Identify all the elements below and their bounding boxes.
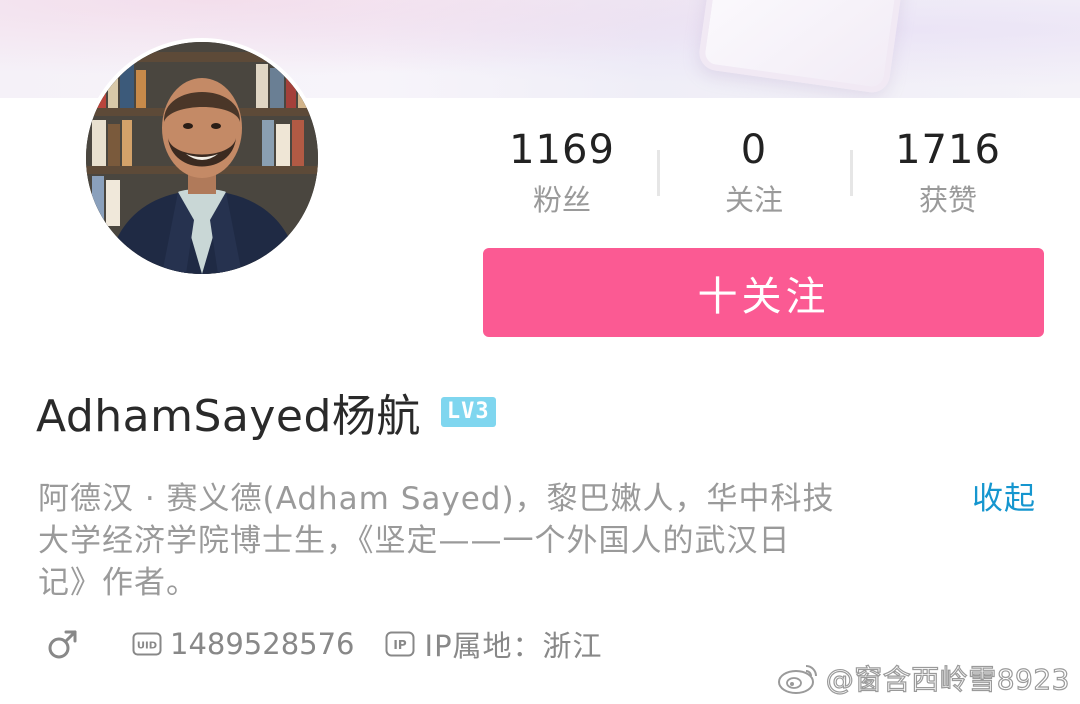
ip-location: IP属地：浙江 [424,629,603,663]
male-icon [48,630,77,659]
watermark-text: @窗含西岭雪8923 [825,662,1070,696]
bio: 阿德汉 · 赛义德(Adham Sayed)，黎巴嫩人，华中科技 大学经济学院博… [38,478,938,604]
watermark: @窗含西岭雪8923 [776,656,1070,700]
stat-following[interactable]: 0 关注 [654,122,854,222]
likes-count: 1716 [895,127,1001,173]
bio-line: 阿德汉 · 赛义德(Adham Sayed)，黎巴嫩人，华中科技 [38,481,835,517]
stat-likes[interactable]: 1716 获赞 [848,122,1048,222]
collapse-link[interactable]: 收起 [972,478,1036,520]
username: AdhamSayed杨航 [36,391,421,442]
avatar-image [86,42,318,274]
weibo-icon [777,665,817,694]
likes-label: 获赞 [918,183,977,217]
profile-stats: 1169 粉丝 0 关注 1716 获赞 [462,122,1062,232]
followers-label: 粉丝 [532,183,591,217]
profile-meta: UID 1489528576 IP IP属地：浙江 [46,620,603,668]
bio-line: 记》作者。 [38,565,198,601]
avatar[interactable] [82,38,322,278]
followers-count: 1169 [509,127,615,173]
svg-text:IP: IP [393,638,406,652]
name-row: AdhamSayed杨航 LV3 [36,380,496,444]
level-badge: LV3 [440,397,496,427]
stat-followers[interactable]: 1169 粉丝 [462,122,662,222]
following-label: 关注 [724,183,783,217]
svg-text:UID: UID [137,641,157,652]
follow-button[interactable]: 十关注 [483,248,1044,337]
ip-icon: IP [385,631,415,657]
uid-icon: UID [132,632,162,656]
uid-value: 1489528576 [170,627,355,661]
bio-line: 大学经济学院博士生，《坚定——一个外国人的武汉日 [38,523,791,559]
following-count: 0 [740,127,768,173]
